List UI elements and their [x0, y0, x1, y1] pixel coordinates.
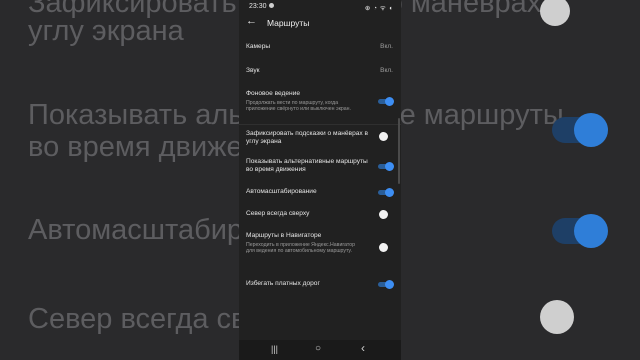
setting-background-guidance[interactable]: Фоновое ведение Продолжать вести по марш… — [239, 84, 401, 124]
scrollbar[interactable] — [398, 118, 400, 184]
notification-icon — [269, 3, 274, 8]
status-time: 23:30 — [249, 3, 267, 10]
divider — [239, 124, 401, 125]
setting-cameras[interactable]: Камеры Вкл. — [239, 34, 401, 58]
status-icons: ⊕ ◔ ᯤ ◖ — [364, 5, 393, 12]
system-nav-bar: ||| ○ ‹ — [239, 340, 401, 360]
back-arrow-icon[interactable]: ← — [246, 15, 257, 27]
setting-label: Избегать платных дорог — [246, 280, 320, 287]
toggle-switch[interactable] — [378, 243, 392, 252]
setting-description: Продолжать вести по маршруту, когда прил… — [246, 100, 351, 113]
phone-screen: 23:30 ⊕ ◔ ᯤ ◖ ← Маршруты Камеры Вкл. Зву… — [239, 0, 401, 360]
setting-autoscale[interactable]: Автомасштабирование — [239, 184, 401, 202]
setting-label: Зафиксировать подсказки о манёврах в угл… — [246, 130, 369, 145]
setting-label: Автомасштабирование — [246, 188, 317, 195]
toggle-switch[interactable] — [378, 162, 394, 171]
setting-routes-in-navigator[interactable]: Маршруты в Навигаторе Переходить в прило… — [239, 228, 401, 268]
setting-label: Камеры — [246, 43, 271, 50]
setting-fix-hints[interactable]: Зафиксировать подсказки о манёврах в угл… — [239, 126, 401, 154]
setting-label: Фоновое ведение — [246, 90, 301, 97]
bg-line: углу экрана — [28, 15, 184, 47]
toggle-switch[interactable] — [378, 188, 394, 197]
setting-value: Вкл. — [380, 43, 393, 50]
bg-toggle-knob — [540, 300, 574, 334]
setting-north-up[interactable]: Север всегда сверху — [239, 206, 401, 224]
nav-back-button[interactable]: ‹ — [361, 341, 365, 355]
toggle-switch[interactable] — [378, 280, 394, 289]
setting-value: Вкл. — [380, 67, 393, 74]
toggle-switch[interactable] — [378, 210, 392, 219]
setting-label: Звук — [246, 67, 260, 74]
bg-toggle-knob — [574, 214, 608, 248]
toggle-switch[interactable] — [378, 132, 392, 141]
setting-label: Маршруты в Навигаторе — [246, 232, 322, 239]
app-bar: ← Маршруты — [239, 12, 401, 34]
toggle-switch[interactable] — [378, 97, 394, 106]
setting-sound[interactable]: Звук Вкл. — [239, 58, 401, 82]
setting-alternative-routes[interactable]: Показывать альтернативные маршруты во вр… — [239, 154, 401, 182]
setting-label: Показывать альтернативные маршруты во вр… — [246, 158, 368, 173]
recents-button[interactable]: ||| — [271, 344, 278, 354]
setting-description: Переходить в приложение Яндекс.Навигатор… — [246, 242, 355, 255]
status-bar: 23:30 ⊕ ◔ ᯤ ◖ — [239, 0, 401, 12]
home-button[interactable]: ○ — [315, 343, 321, 354]
page-title: Маршруты — [267, 18, 310, 28]
setting-avoid-toll-roads[interactable]: Избегать платных дорог — [239, 276, 401, 292]
bg-toggle-knob — [540, 0, 570, 26]
setting-label: Север всегда сверху — [246, 210, 310, 217]
bg-toggle-knob — [574, 113, 608, 147]
